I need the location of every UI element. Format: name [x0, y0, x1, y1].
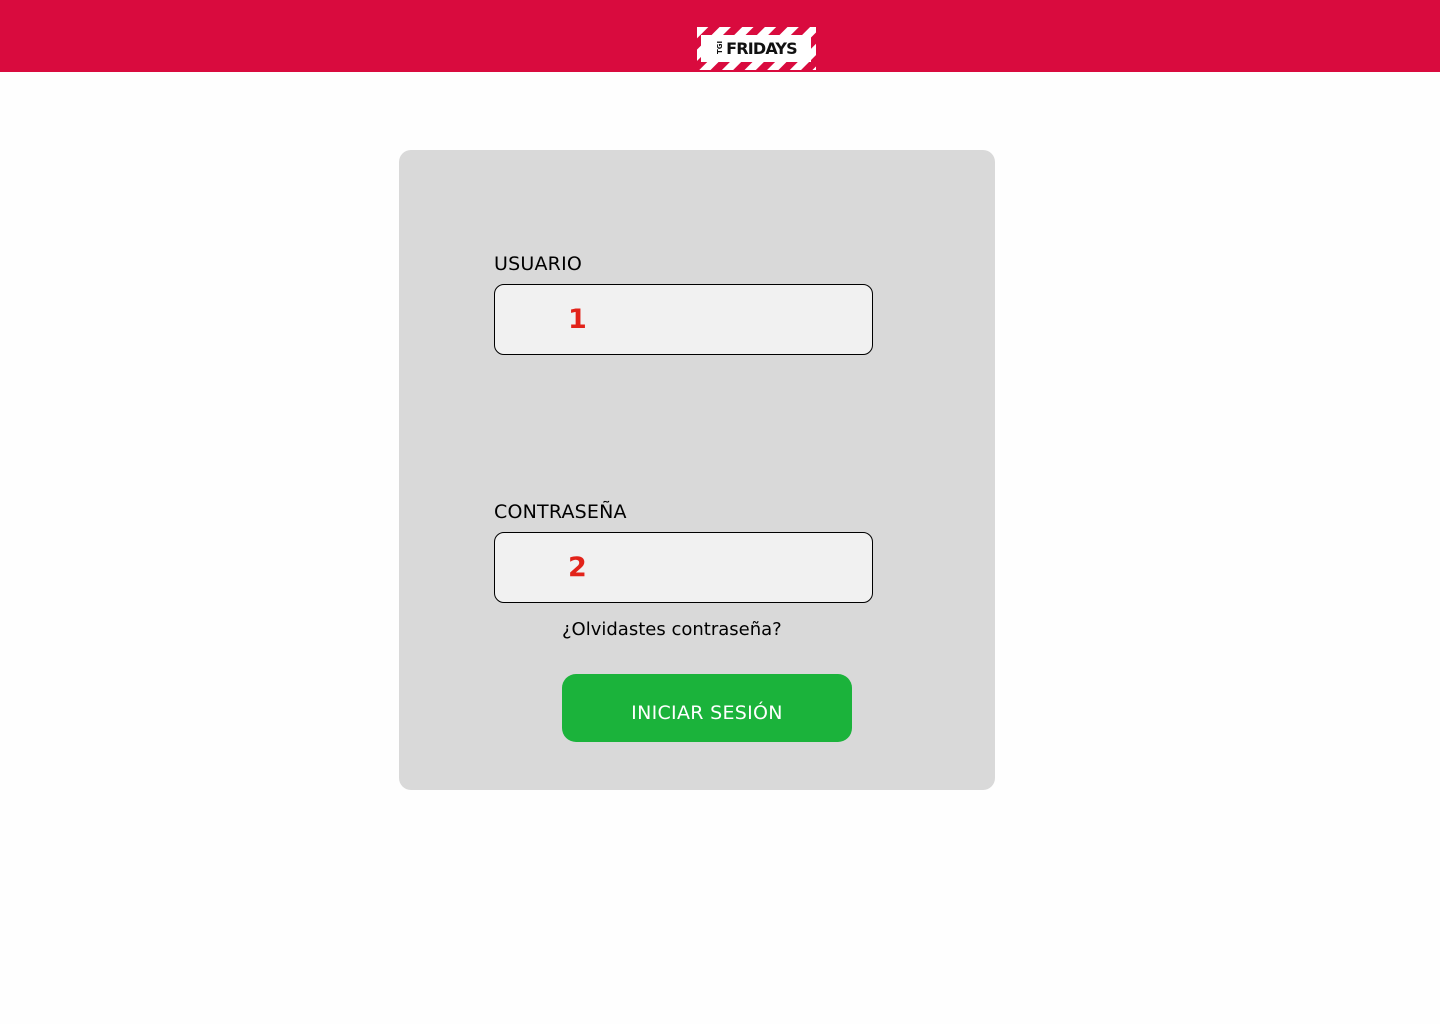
- logo-wordmark: FRIDAYS: [726, 39, 798, 58]
- password-input[interactable]: [568, 552, 848, 583]
- forgot-password-link[interactable]: ¿Olvidastes contraseña?: [562, 619, 782, 640]
- login-button[interactable]: INICIAR SESIÓN: [562, 674, 852, 742]
- logo-tgi-text: TGI: [716, 40, 725, 54]
- fridays-logo[interactable]: TGI FRIDAYS: [697, 27, 816, 70]
- logo-badge: TGI FRIDAYS: [701, 35, 811, 62]
- password-field[interactable]: [494, 532, 873, 603]
- username-field[interactable]: [494, 284, 873, 355]
- username-label: USUARIO: [494, 253, 583, 275]
- top-bar: TGI FRIDAYS: [0, 0, 1440, 72]
- password-label: CONTRASEÑA: [494, 501, 627, 523]
- username-input[interactable]: [568, 304, 848, 335]
